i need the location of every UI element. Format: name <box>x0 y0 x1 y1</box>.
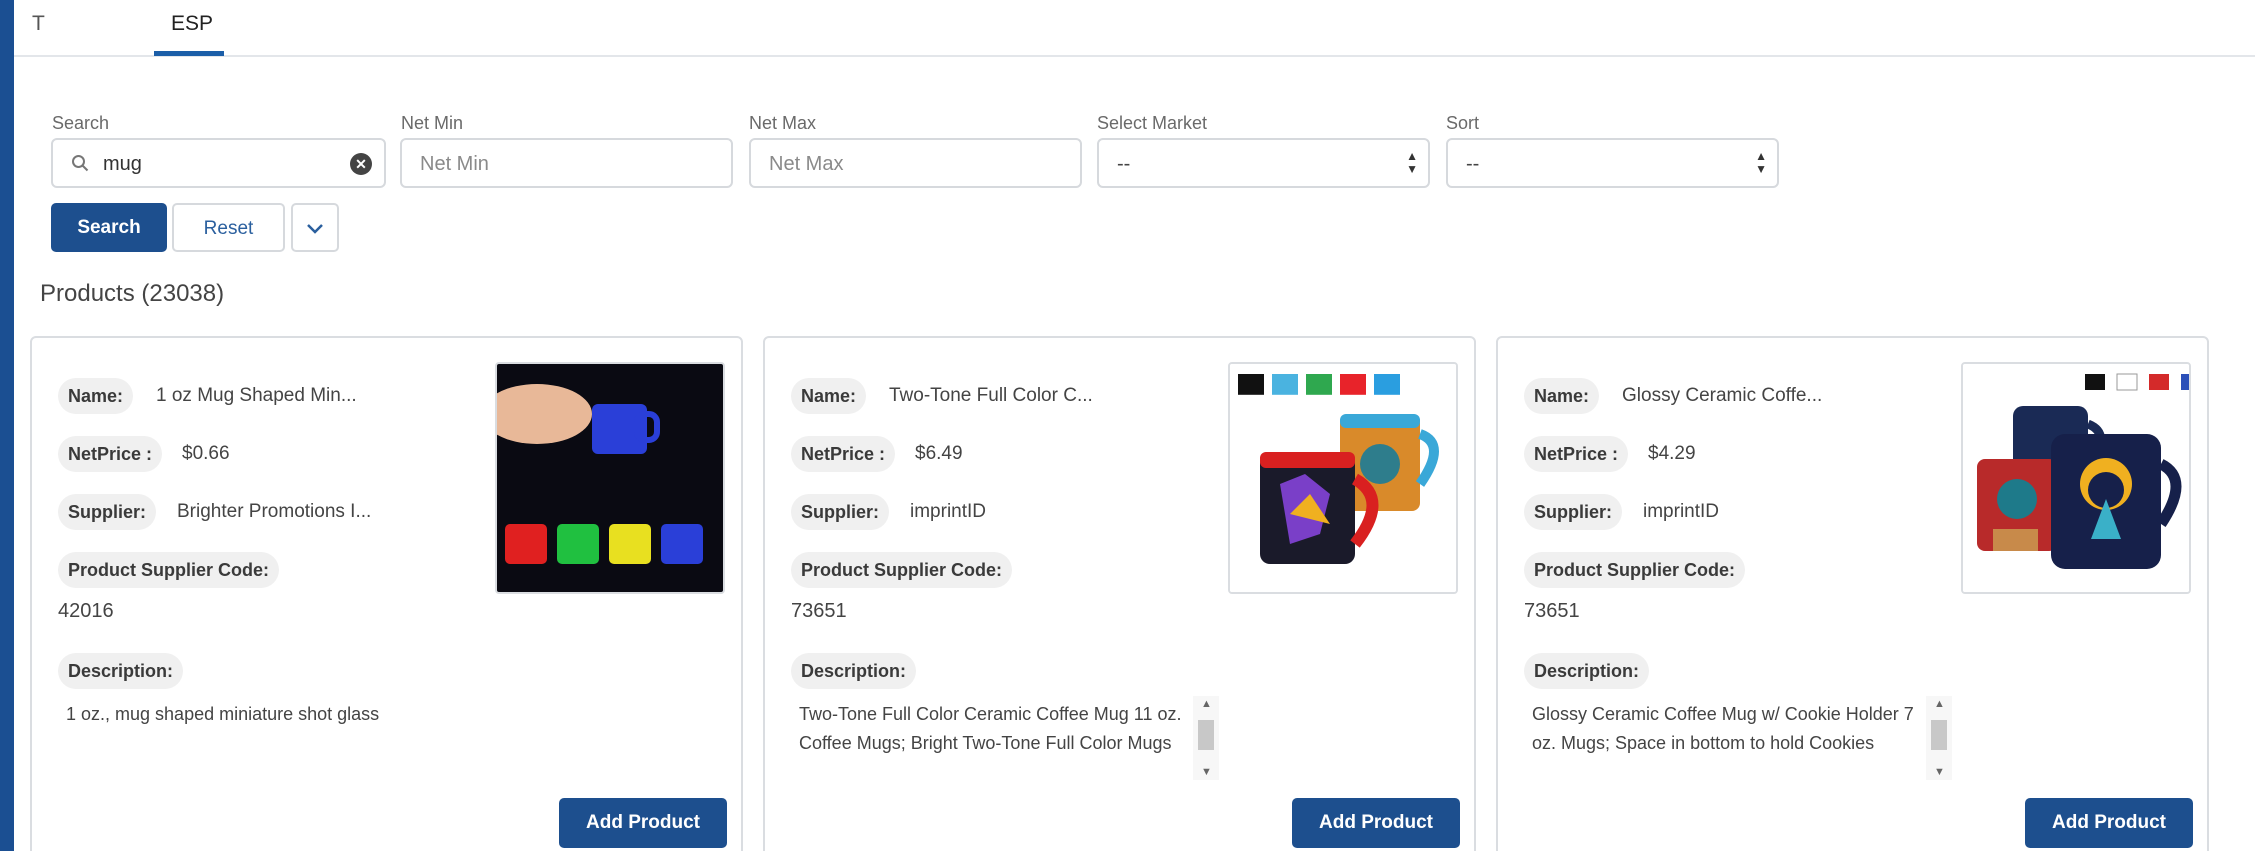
active-tab-indicator <box>154 51 224 56</box>
net-min-field[interactable]: Net Min <box>400 138 733 188</box>
product-name: 1 oz Mug Shaped Min... <box>156 385 357 406</box>
scroll-down-icon[interactable]: ▼ <box>1201 766 1212 778</box>
scroll-up-icon[interactable]: ▲ <box>1201 698 1212 710</box>
reset-button[interactable]: Reset <box>172 203 285 252</box>
supplier-label: Supplier: <box>791 494 890 530</box>
scroll-up-icon[interactable]: ▲ <box>1934 698 1945 710</box>
net-min-placeholder: Net Min <box>420 153 489 175</box>
tab-bar: T ESP <box>14 0 2255 57</box>
expand-filters-button[interactable] <box>291 203 339 252</box>
color-swatch[interactable] <box>1306 374 1332 395</box>
search-input[interactable]: mug ✕ <box>51 138 386 188</box>
supplier-label: Supplier: <box>58 494 157 530</box>
scroll-thumb[interactable] <box>1198 720 1214 750</box>
product-card: Name: 1 oz Mug Shaped Min... NetPrice : … <box>30 336 743 851</box>
color-swatch[interactable] <box>1374 374 1400 395</box>
product-image[interactable] <box>1961 362 2191 594</box>
search-icon <box>72 155 89 172</box>
search-button[interactable]: Search <box>51 203 167 252</box>
description-scrollbar[interactable]: ▲ ▼ <box>1926 696 1952 780</box>
product-name: Two-Tone Full Color C... <box>889 385 1093 406</box>
product-supplier-code: 73651 <box>791 600 847 622</box>
color-swatch[interactable] <box>1340 374 1366 395</box>
scroll-thumb[interactable] <box>1931 720 1947 750</box>
net-price-label: NetPrice : <box>58 436 163 472</box>
product-supplier-code: 42016 <box>58 600 114 622</box>
color-swatch[interactable] <box>2181 374 2189 390</box>
sort-label: Sort <box>1446 113 1480 133</box>
product-net-price: $4.29 <box>1648 443 1696 464</box>
sort-selected: -- <box>1466 153 1480 175</box>
search-input-value: mug <box>103 153 142 175</box>
color-swatch[interactable] <box>1272 374 1298 395</box>
name-label: Name: <box>58 378 134 414</box>
product-supplier: imprintID <box>1643 501 1720 522</box>
color-swatch[interactable] <box>1238 374 1264 395</box>
color-swatch[interactable] <box>2149 374 2169 390</box>
description-scrollbar[interactable]: ▲ ▼ <box>1193 696 1219 780</box>
product-card: Name: Two-Tone Full Color C... NetPrice … <box>763 336 1476 851</box>
name-label: Name: <box>791 378 867 414</box>
supplier-code-label: Product Supplier Code: <box>791 552 1013 588</box>
supplier-code-label: Product Supplier Code: <box>1524 552 1746 588</box>
color-swatch[interactable] <box>2116 373 2138 391</box>
product-net-price: $6.49 <box>915 443 963 464</box>
add-product-button[interactable]: Add Product <box>1292 798 1460 848</box>
scroll-down-icon[interactable]: ▼ <box>1934 766 1945 778</box>
product-image[interactable] <box>495 362 725 594</box>
product-supplier: imprintID <box>910 501 987 522</box>
product-name: Glossy Ceramic Coffe... <box>1622 385 1823 406</box>
color-swatch[interactable] <box>2085 374 2105 390</box>
add-product-button[interactable]: Add Product <box>559 798 727 848</box>
product-description: 1 oz., mug shaped miniature shot glass <box>66 704 380 724</box>
name-label: Name: <box>1524 378 1600 414</box>
description-label: Description: <box>1524 653 1650 689</box>
updown-arrows-icon: ▲ ▼ <box>1406 149 1418 176</box>
select-market-label: Select Market <box>1097 113 1208 133</box>
clear-icon[interactable]: ✕ <box>350 153 372 175</box>
net-price-label: NetPrice : <box>791 436 896 472</box>
product-net-price: $0.66 <box>182 443 230 464</box>
product-supplier: Brighter Promotions I... <box>177 501 372 522</box>
select-market-dropdown[interactable]: -- ▲ ▼ <box>1097 138 1430 188</box>
product-description: Glossy Ceramic Coffee Mug w/ Cookie Hold… <box>1532 704 1914 753</box>
description-label: Description: <box>58 653 184 689</box>
search-label: Search <box>52 113 110 133</box>
sort-dropdown[interactable]: -- ▲ ▼ <box>1446 138 1779 188</box>
net-min-label: Net Min <box>401 113 464 133</box>
market-selected: -- <box>1117 153 1131 175</box>
product-supplier-code: 73651 <box>1524 600 1580 622</box>
chevron-down-icon <box>307 224 323 234</box>
add-product-button[interactable]: Add Product <box>2025 798 2193 848</box>
tab-esp[interactable]: ESP <box>171 12 213 36</box>
product-description: Two-Tone Full Color Ceramic Coffee Mug 1… <box>799 704 1182 753</box>
supplier-label: Supplier: <box>1524 494 1623 530</box>
tab-first[interactable]: T <box>32 12 45 36</box>
product-image[interactable] <box>1228 362 1458 594</box>
products-count-title: Products (23038) <box>40 280 225 307</box>
supplier-code-label: Product Supplier Code: <box>58 552 280 588</box>
esp-panel: T ESP Search Net Min Net Max Select Mark… <box>14 0 2255 851</box>
description-label: Description: <box>791 653 917 689</box>
net-max-label: Net Max <box>749 113 817 133</box>
net-max-placeholder: Net Max <box>769 153 844 175</box>
net-max-field[interactable]: Net Max <box>749 138 1082 188</box>
net-price-label: NetPrice : <box>1524 436 1629 472</box>
updown-arrows-icon: ▲ ▼ <box>1755 149 1767 176</box>
product-card: Name: Glossy Ceramic Coffe... NetPrice :… <box>1496 336 2209 851</box>
